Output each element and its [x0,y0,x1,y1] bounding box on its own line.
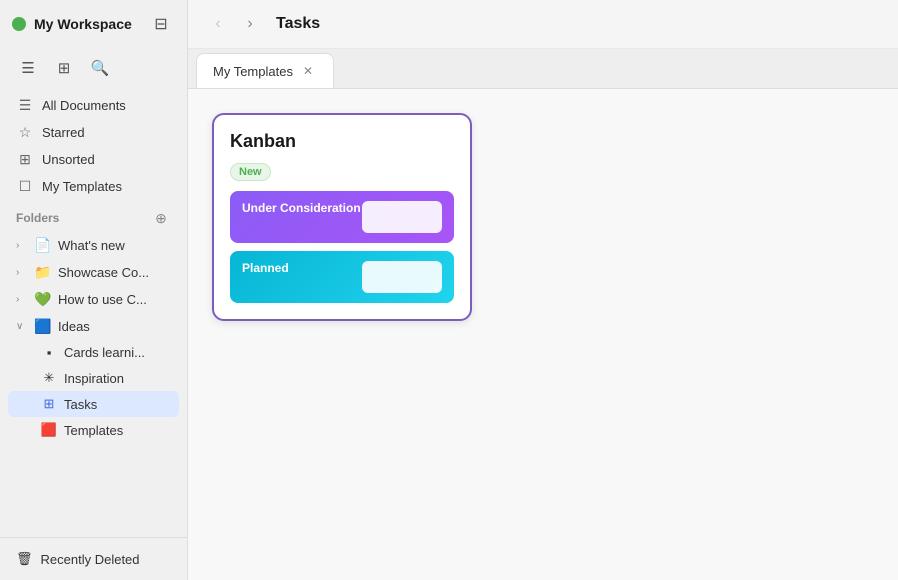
sidebar-item-all-documents[interactable]: ☰ All Documents [8,92,179,119]
all-documents-icon: ☰ [16,97,34,114]
templates-label: Templates [64,423,123,438]
trash-icon: 🗑 [16,551,33,567]
chevron-down-icon: ∨ [16,321,28,332]
whats-new-label: What's new [58,238,125,253]
chevron-right-icon: › [16,240,28,251]
unsorted-label: Unsorted [42,152,95,167]
all-documents-label: All Documents [42,98,126,113]
workspace-name: My Workspace [34,16,139,32]
sidebar-item-how-to-use[interactable]: › 💚 How to use C... [8,286,179,313]
ideas-label: Ideas [58,319,90,334]
sidebar: My Workspace ⊟ ☰ ⊞ 🔍 ☰ All Documents ☆ S… [0,0,188,580]
forward-button[interactable]: › [236,10,264,38]
my-templates-label: My Templates [42,179,122,194]
kanban-template-card[interactable]: Kanban New Under Consideration Planned [212,113,472,321]
kanban-title: Kanban [230,131,454,152]
starred-label: Starred [42,125,85,140]
cards-learning-label: Cards learni... [64,345,145,360]
back-button[interactable]: ‹ [204,10,232,38]
folders-header: Folders ⊕ [0,200,187,232]
tasks-icon: ⊞ [40,396,58,412]
cards-learning-icon: ▪ [40,345,58,360]
sidebar-item-whats-new[interactable]: › 📄 What's new [8,232,179,259]
folders-label: Folders [16,211,59,225]
chevron-right-icon: › [16,294,28,305]
tab-bar: My Templates ✕ [188,49,898,89]
how-to-use-label: How to use C... [58,292,147,307]
how-to-use-icon: 💚 [34,291,52,308]
template-content-area: Kanban New Under Consideration Planned [188,89,898,580]
starred-icon: ☆ [16,124,34,141]
kanban-lane-under-consideration: Under Consideration [230,191,454,243]
search-button[interactable]: 🔍 [84,52,116,84]
whats-new-icon: 📄 [34,237,52,254]
kanban-card-placeholder [362,261,442,293]
sidebar-item-tasks[interactable]: ⊞ Tasks [8,391,179,417]
chevron-right-icon: › [16,267,28,278]
sidebar-header: My Workspace ⊟ [0,0,187,48]
toggle-sidebar-button[interactable]: ⊟ [147,10,175,38]
grid-view-button[interactable]: ⊞ [48,52,80,84]
main-body: My Templates ✕ Kanban New Under Consider… [188,49,898,580]
sidebar-item-ideas[interactable]: ∨ 🟦 Ideas [8,313,179,340]
sidebar-nav: ☰ All Documents ☆ Starred ⊞ Unsorted ☐ M… [0,92,187,200]
inspiration-label: Inspiration [64,371,124,386]
new-badge: New [230,163,271,181]
lane-under-consideration-label: Under Consideration [242,201,362,215]
showcase-label: Showcase Co... [58,265,149,280]
nav-arrows: ‹ › [204,10,264,38]
close-tab-button[interactable]: ✕ [299,62,317,80]
sidebar-item-inspiration[interactable]: ✳ Inspiration [8,365,179,391]
unsorted-icon: ⊞ [16,151,34,168]
main-header: ‹ › Tasks [188,0,898,49]
tab-my-templates[interactable]: My Templates ✕ [196,53,334,88]
tab-my-templates-label: My Templates [213,64,293,79]
lane-planned-label: Planned [242,261,362,275]
kanban-lane-planned: Planned [230,251,454,303]
sidebar-item-recently-deleted[interactable]: 🗑 Recently Deleted [8,546,179,572]
sidebar-item-cards-learning[interactable]: ▪ Cards learni... [8,340,179,365]
recently-deleted-label: Recently Deleted [41,552,140,567]
my-templates-icon: ☐ [16,178,34,195]
sidebar-item-my-templates[interactable]: ☐ My Templates [8,173,179,200]
ideas-icon: 🟦 [34,318,52,335]
inspiration-icon: ✳ [40,370,58,386]
main-content: ‹ › Tasks My Templates ✕ Kanban New Unde… [188,0,898,580]
kanban-card-placeholder [362,201,442,233]
sidebar-item-starred[interactable]: ☆ Starred [8,119,179,146]
sidebar-item-showcase[interactable]: › 📁 Showcase Co... [8,259,179,286]
tasks-label: Tasks [64,397,97,412]
sidebar-bottom: 🗑 Recently Deleted [0,537,187,580]
showcase-icon: 📁 [34,264,52,281]
list-view-button[interactable]: ☰ [12,52,44,84]
add-folder-button[interactable]: ⊕ [151,208,171,228]
kanban-preview: Under Consideration Planned [230,191,454,303]
page-title: Tasks [276,15,320,33]
sidebar-item-templates[interactable]: 🟥 Templates [8,417,179,443]
workspace-status-dot [12,17,26,31]
templates-icon: 🟥 [40,422,58,438]
sidebar-item-unsorted[interactable]: ⊞ Unsorted [8,146,179,173]
sidebar-actions: ☰ ⊞ 🔍 [0,48,187,92]
